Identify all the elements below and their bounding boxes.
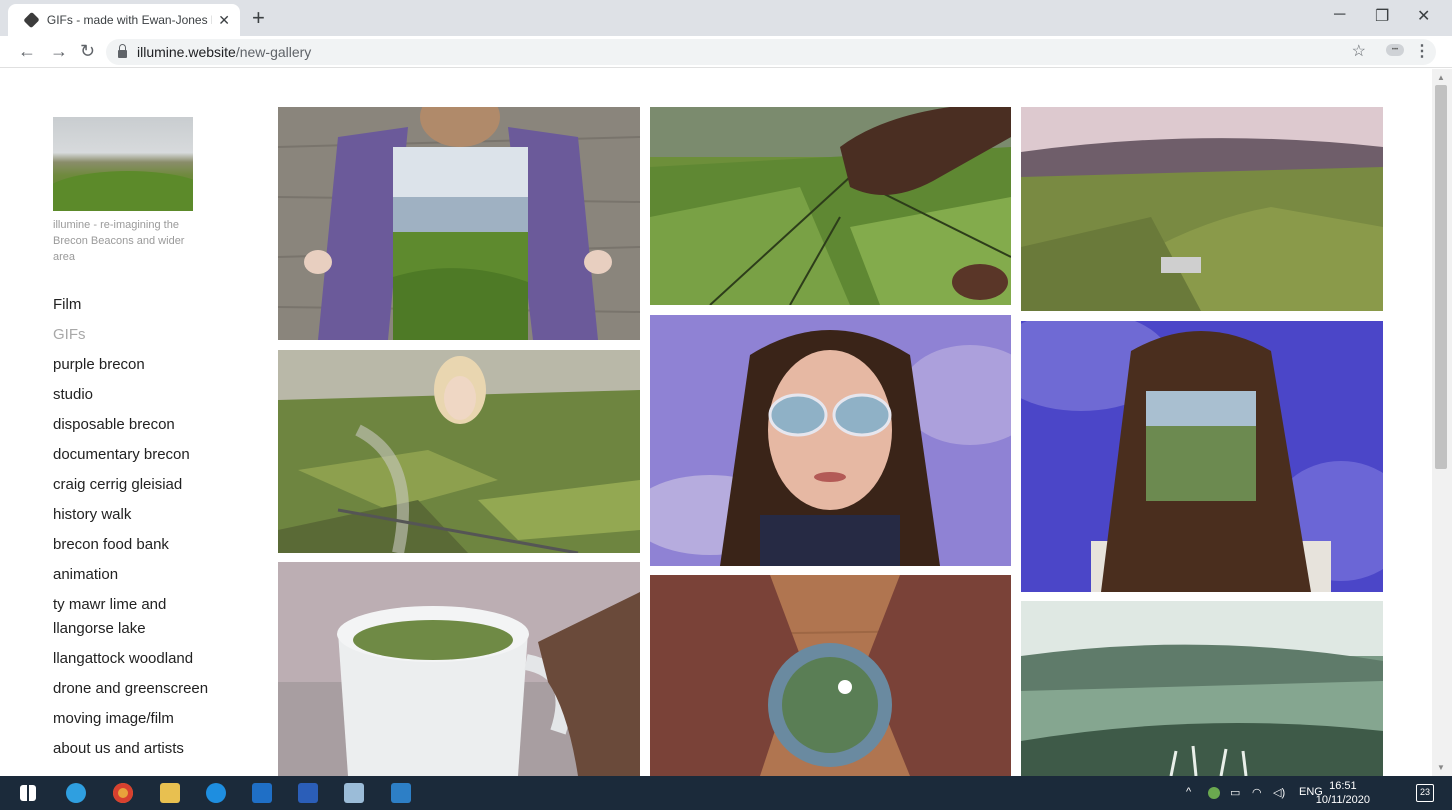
word-icon[interactable] <box>298 783 318 803</box>
bookmark-star-icon[interactable]: ☆ <box>1352 41 1366 61</box>
volume-icon[interactable]: ◁) <box>1273 786 1285 799</box>
edge-icon[interactable] <box>66 783 86 803</box>
sidebar-nav-item[interactable]: studio <box>53 383 223 407</box>
file-explorer-icon[interactable] <box>160 783 180 803</box>
windows-start-icon[interactable] <box>20 785 36 801</box>
minimize-icon[interactable]: ─ <box>1334 6 1345 24</box>
gallery-image-giant-foot[interactable] <box>650 107 1011 305</box>
gallery-image-pink-valley[interactable] <box>1021 107 1383 311</box>
system-clock[interactable]: 16:51 10/11/2020 <box>1316 779 1370 807</box>
tray-app-icon[interactable] <box>1208 787 1220 799</box>
url-host: illumine.website <box>137 44 236 60</box>
wifi-icon[interactable]: ◠ <box>1252 786 1262 799</box>
sidebar-nav-item[interactable]: ty mawr lime and llangorse lake <box>53 593 223 641</box>
site-tagline: illumine - re-imagining the Brecon Beaco… <box>53 219 185 263</box>
sidebar-nav-item[interactable]: brecon food bank <box>53 533 223 557</box>
sidebar-nav-item[interactable]: disposable brecon <box>53 413 223 437</box>
close-window-icon[interactable]: ✕ <box>1417 6 1430 26</box>
notes-app-icon[interactable] <box>344 783 364 803</box>
new-tab-icon[interactable]: + <box>252 7 265 29</box>
sidebar-nav-item[interactable]: history walk <box>53 503 223 527</box>
restore-icon[interactable]: ❐ <box>1375 6 1389 26</box>
browser-menu-icon[interactable]: ⋮ <box>1414 41 1430 61</box>
sidebar: illumine - re-imagining the Brecon Beaco… <box>53 117 223 767</box>
sidebar-nav-item[interactable]: craig cerrig gleisiad <box>53 473 223 497</box>
page-viewport: illumine - re-imagining the Brecon Beaco… <box>0 69 1432 776</box>
gallery-image-green-landscape[interactable] <box>1021 601 1383 776</box>
chrome-icon[interactable] <box>113 783 133 803</box>
tab-title: GIFs - made with Ewan-Jones Mc <box>46 13 213 27</box>
reload-icon[interactable]: ↻ <box>80 42 95 60</box>
sidebar-nav-item[interactable]: about us and artists <box>53 737 223 761</box>
sidebar-nav-item[interactable]: llangattock woodland <box>53 647 223 671</box>
gallery-image-hair-face[interactable] <box>1021 321 1383 592</box>
sidebar-nav-item[interactable]: drone and greenscreen <box>53 677 223 701</box>
browser-toolbar: ← → ↻ illumine.website /new-gallery ☆ ••… <box>0 36 1452 68</box>
sidebar-nav: Film GIFs purple brecon studio disposable br… <box>53 293 223 761</box>
safari-icon[interactable] <box>206 783 226 803</box>
sidebar-nav-item[interactable]: GIFs <box>53 323 223 347</box>
sidebar-nav-item[interactable]: moving image/film <box>53 707 223 731</box>
forward-arrow-icon[interactable]: → <box>50 42 68 60</box>
gallery-image-coat-landscape[interactable] <box>278 107 640 340</box>
gallery-image-sunglasses[interactable] <box>650 315 1011 566</box>
site-logo-image[interactable] <box>53 117 193 211</box>
photos-icon[interactable] <box>391 783 411 803</box>
extension-icon[interactable]: ••• <box>1386 44 1404 56</box>
sidebar-nav-item[interactable]: animation <box>53 563 223 587</box>
browser-tab-strip: GIFs - made with Ewan-Jones Mc ✕ + ─ ❐ ✕ <box>0 0 1452 36</box>
battery-icon[interactable]: ▭ <box>1230 786 1240 799</box>
close-tab-icon[interactable]: ✕ <box>218 12 230 29</box>
gallery-image-floating-head[interactable] <box>278 350 640 553</box>
scroll-down-icon[interactable]: ▼ <box>1437 763 1445 772</box>
page-scrollbar[interactable]: ▲ ▼ <box>1432 69 1452 776</box>
clock-date: 10/11/2020 <box>1315 794 1370 806</box>
scroll-thumb[interactable] <box>1435 85 1447 469</box>
url-path: /new-gallery <box>235 44 312 60</box>
clock-time: 16:51 <box>1329 780 1357 792</box>
tray-chevron-icon[interactable]: ^ <box>1186 786 1191 798</box>
gallery-image-globe-hands[interactable] <box>650 575 1011 776</box>
sidebar-nav-item[interactable]: Film <box>53 293 223 317</box>
gallery-image-cup[interactable] <box>278 562 640 776</box>
lock-icon <box>118 44 127 58</box>
address-bar[interactable]: illumine.website /new-gallery <box>106 39 1436 65</box>
outlook-icon[interactable] <box>252 783 272 803</box>
windows-taskbar: ^ ▭ ◠ ◁) ENG 16:51 10/11/2020 23 <box>0 776 1452 810</box>
sidebar-nav-item[interactable]: documentary brecon <box>53 443 223 467</box>
sidebar-nav-item[interactable]: purple brecon <box>53 353 223 377</box>
notification-center-icon[interactable]: 23 <box>1416 784 1434 802</box>
site-favicon-icon <box>23 11 40 29</box>
back-arrow-icon[interactable]: ← <box>18 42 36 60</box>
scroll-up-icon[interactable]: ▲ <box>1437 73 1445 82</box>
browser-tab[interactable]: GIFs - made with Ewan-Jones Mc ✕ <box>8 4 240 36</box>
